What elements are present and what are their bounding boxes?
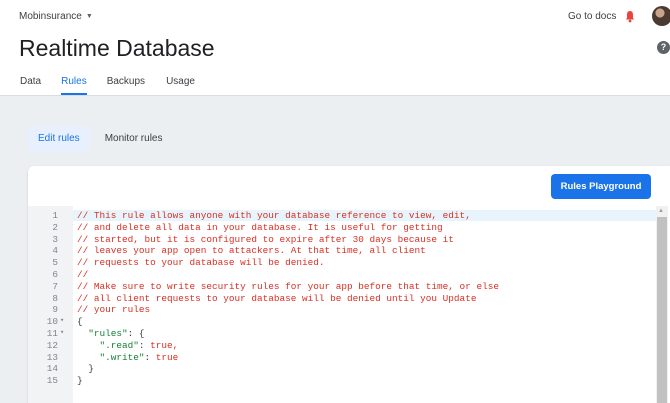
- help-icon[interactable]: ?: [657, 41, 670, 54]
- code-text: // Make sure to write security rules for…: [77, 280, 499, 292]
- code-text: }: [77, 363, 94, 375]
- line-number: 15: [46, 375, 58, 387]
- scroll-up-arrow-icon[interactable]: ▲: [658, 208, 664, 214]
- code-text: // and delete all data in your database.…: [77, 221, 443, 233]
- project-name: Mobinsurance: [19, 11, 82, 22]
- code-line[interactable]: 14 }: [28, 363, 658, 374]
- line-number: 1: [52, 210, 58, 221]
- tab-usage[interactable]: Usage: [166, 76, 195, 95]
- line-number: 6: [52, 269, 58, 280]
- line-number: 13: [46, 351, 58, 363]
- fold-toggle-icon[interactable]: ▾: [60, 328, 64, 339]
- code-text: // requests to your database will be den…: [77, 257, 325, 269]
- code-text: {: [77, 316, 83, 328]
- fold-toggle-icon[interactable]: ▾: [60, 316, 64, 327]
- code-line[interactable]: 4 // leaves your app open to attackers. A…: [28, 245, 658, 256]
- code-line[interactable]: 1 // This rule allows anyone with your da…: [28, 210, 662, 221]
- code-text: // all client requests to your database …: [77, 292, 477, 304]
- rules-playground-button[interactable]: Rules Playground: [551, 174, 651, 199]
- code-line[interactable]: 10 ▾ {: [28, 316, 658, 327]
- code-line[interactable]: 3 // started, but it is configured to exp…: [28, 234, 658, 245]
- code-line[interactable]: 2 // and delete all data in your database…: [28, 222, 658, 233]
- line-number: 10: [46, 316, 58, 328]
- subtab-edit-rules[interactable]: Edit rules: [28, 126, 90, 152]
- go-to-docs-link[interactable]: Go to docs: [568, 11, 616, 22]
- tab-rules[interactable]: Rules: [61, 76, 87, 95]
- code-line[interactable]: 5 // requests to your database will be de…: [28, 257, 658, 268]
- code-line[interactable]: 7 // Make sure to write security rules fo…: [28, 281, 658, 292]
- code-line[interactable]: 12 ".read": true,: [28, 340, 658, 351]
- line-number: 5: [52, 257, 58, 269]
- top-header: Mobinsurance ▼ Go to docs Realtime Datab…: [0, 0, 670, 96]
- code-text: // started, but it is configured to expi…: [77, 233, 454, 245]
- code-text: "rules": {: [88, 328, 145, 339]
- line-number: 14: [46, 363, 58, 375]
- line-number: 4: [52, 245, 58, 257]
- account-avatar[interactable]: [652, 6, 670, 26]
- line-number: 9: [52, 304, 58, 316]
- caret-down-icon: ▼: [85, 13, 93, 20]
- tab-backups[interactable]: Backups: [107, 76, 145, 95]
- code-line[interactable]: 6 //: [28, 269, 658, 280]
- editor-scrollbar-thumb[interactable]: [657, 217, 667, 403]
- line-number: 2: [52, 221, 58, 233]
- tab-data[interactable]: Data: [20, 76, 41, 95]
- page-title: Realtime Database: [19, 35, 215, 61]
- code-text: ".read": true,: [99, 339, 179, 351]
- tab-bar: Data Rules Backups Usage: [20, 76, 195, 95]
- code-text: ".write": true: [99, 351, 179, 363]
- line-number: 7: [52, 280, 58, 292]
- code-line[interactable]: 13 ".write": true: [28, 352, 658, 363]
- rules-code-editor[interactable]: 1 // This rule allows anyone with your da…: [28, 206, 670, 403]
- code-text: //: [77, 269, 89, 280]
- code-line[interactable]: 8 // all client requests to your database…: [28, 293, 658, 304]
- line-number: 11: [46, 328, 58, 339]
- line-number: 3: [52, 233, 58, 245]
- code-text: // This rule allows anyone with your dat…: [73, 210, 662, 221]
- rules-subtabs: Edit rules Monitor rules: [28, 126, 173, 152]
- project-selector[interactable]: Mobinsurance ▼: [19, 11, 93, 22]
- bell-icon[interactable]: [625, 10, 635, 23]
- code-line[interactable]: 11 ▾ "rules": {: [28, 328, 658, 339]
- line-number: 8: [52, 292, 58, 304]
- code-line[interactable]: 15}: [28, 375, 658, 386]
- code-text: }: [77, 375, 83, 387]
- line-number: 12: [46, 339, 58, 351]
- code-text: // your rules: [77, 304, 151, 316]
- code-line[interactable]: 9 // your rules: [28, 304, 658, 315]
- code-text: // leaves your app open to attackers. At…: [77, 245, 426, 257]
- subtab-monitor-rules[interactable]: Monitor rules: [95, 126, 173, 152]
